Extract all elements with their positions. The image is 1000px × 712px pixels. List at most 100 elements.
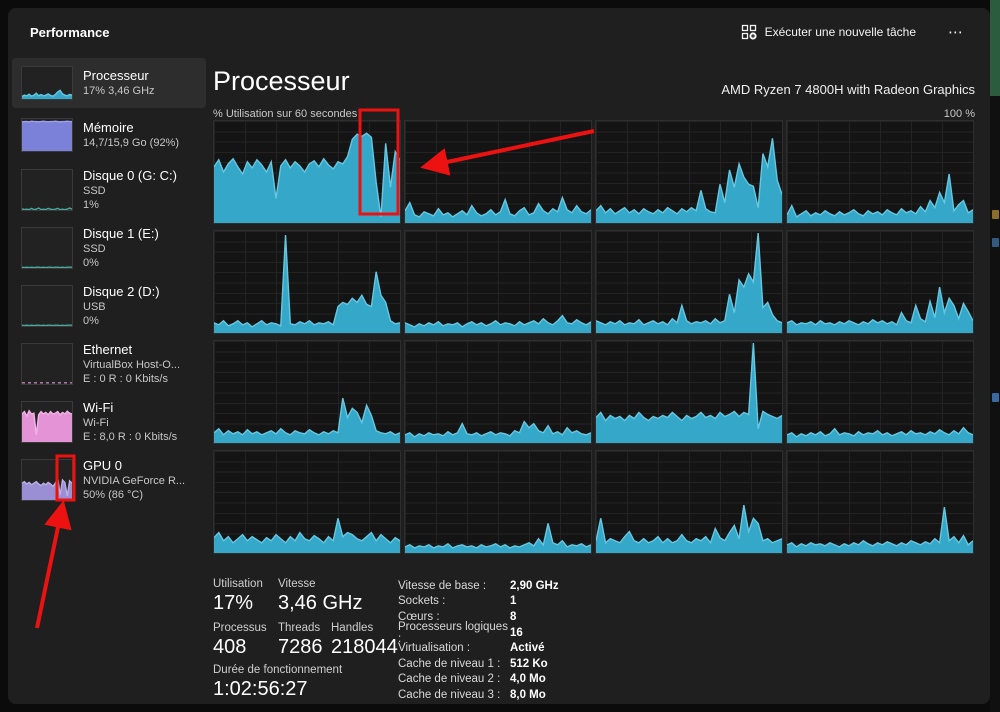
detail-value: 512 Ko [510,658,548,670]
cpu-mini-graph [21,66,73,100]
detail-label: Cache de niveau 1 : [398,658,510,670]
sidebar-item-gpu-0[interactable]: GPU 0 NVIDIA GeForce R... 50% (86 °C) [12,452,206,508]
more-options-button[interactable]: ⋯ [936,19,976,45]
detail-label: Sockets : [398,595,510,607]
cpu-core-graph-5[interactable] [404,230,592,334]
sidebar-item-disque-0[interactable]: Disque 0 (G: C:) SSD 1% [12,162,206,218]
sidebar-item-disque-2[interactable]: Disque 2 (D:) USB 0% [12,278,206,334]
cpu-performance-panel: Processeur AMD Ryzen 7 4800H with Radeon… [213,66,982,704]
detail-row: Vitesse de base :2,90 GHz [398,578,648,594]
detail-value: 2,90 GHz [510,580,559,592]
sidebar-item-sub: SSD [83,242,159,256]
detail-label: Vitesse de base : [398,580,510,592]
logical-processor-grid [213,120,974,554]
disk1-mini-graph [21,227,73,269]
cpu-core-graph-0[interactable] [213,120,401,224]
cpu-core-graph-13[interactable] [404,450,592,554]
detail-row: Sockets :1 [398,594,648,610]
chart-axis-label: % Utilisation sur 60 secondes [213,108,357,120]
detail-value: 1 [510,595,516,607]
sidebar-item-sub: 1% [83,198,177,212]
sidebar-item-title: Disque 2 (D:) [83,285,160,299]
detail-value: 4,0 Mo [510,673,546,685]
detail-row: Cache de niveau 2 :4,0 Mo [398,672,648,688]
detail-row: Cache de niveau 1 :512 Ko [398,656,648,672]
cpu-details-table: Vitesse de base :2,90 GHz Sockets :1 Cœu… [398,578,648,703]
cpu-core-graph-1[interactable] [404,120,592,224]
sidebar-item-memoire[interactable]: Mémoire 14,7/15,9 Go (92%) [12,110,206,160]
sidebar-item-sub: E : 8,0 R : 0 Kbits/s [83,430,177,444]
sidebar-item-disque-1[interactable]: Disque 1 (E:) SSD 0% [12,220,206,276]
cpu-core-graph-14[interactable] [595,450,783,554]
sidebar-item-wifi[interactable]: Wi-Fi Wi-Fi E : 8,0 R : 0 Kbits/s [12,394,206,450]
sidebar-item-title: Disque 0 (G: C:) [83,169,177,183]
sidebar-item-title: Processeur [83,69,155,83]
cpu-core-graph-6[interactable] [595,230,783,334]
cpu-core-graph-3[interactable] [786,120,974,224]
run-new-task-label: Exécuter une nouvelle tâche [765,25,916,39]
cpu-core-graph-12[interactable] [213,450,401,554]
desktop-edge [990,0,1000,712]
cpu-core-graph-4[interactable] [213,230,401,334]
utilisation-label: Utilisation [213,578,263,590]
run-new-task-button[interactable]: Exécuter une nouvelle tâche [731,18,926,46]
cpu-core-graph-8[interactable] [213,340,401,444]
disk0-mini-graph [21,169,73,211]
cpu-model-name: AMD Ryzen 7 4800H with Radeon Graphics [721,82,975,97]
detail-value: 8,0 Mo [510,689,546,701]
detail-label: Processeurs logiques : [398,621,510,645]
wifi-mini-graph [21,401,73,443]
sidebar-item-sub: 50% (86 °C) [83,488,185,502]
sidebar-item-sub: SSD [83,184,177,198]
memory-mini-graph [21,118,73,152]
cpu-panel-title: Processeur [213,66,350,97]
sidebar-item-sub: 17% 3,46 GHz [83,84,155,98]
detail-row: Processeurs logiques :16 [398,625,648,641]
background-speck [992,238,999,247]
sidebar-item-sub: USB [83,300,160,314]
vitesse-value: 3,46 GHz [278,592,362,615]
sidebar-item-sub: NVIDIA GeForce R... [83,474,185,488]
sidebar-item-processeur[interactable]: Processeur 17% 3,46 GHz [12,58,206,108]
cpu-core-graph-15[interactable] [786,450,974,554]
detail-row: Cache de niveau 3 :8,0 Mo [398,687,648,703]
background-window-sliver [990,0,1000,96]
ethernet-mini-graph [21,343,73,385]
processus-value: 408 [213,636,246,659]
sidebar-item-sub: VirtualBox Host-O... [83,358,180,372]
handles-value: 218044 [331,636,398,659]
detail-value: 8 [510,611,516,623]
detail-label: Virtualisation : [398,642,510,654]
sidebar-item-title: Mémoire [83,121,179,135]
detail-label: Cache de niveau 3 : [398,689,510,701]
processus-label: Processus [213,622,267,634]
sidebar-item-sub: 14,7/15,9 Go (92%) [83,136,179,150]
detail-label: Cache de niveau 2 : [398,673,510,685]
cpu-core-graph-10[interactable] [595,340,783,444]
sidebar-item-ethernet[interactable]: Ethernet VirtualBox Host-O... E : 0 R : … [12,336,206,392]
sidebar-item-title: GPU 0 [83,459,185,473]
detail-value: 16 [510,627,523,639]
performance-sidebar: Processeur 17% 3,46 GHz Mémoire 14,7/15,… [12,58,206,510]
cpu-core-graph-2[interactable] [595,120,783,224]
page-title: Performance [30,25,109,40]
detail-value: Activé [510,642,545,654]
new-task-icon [741,24,757,40]
cpu-core-graph-9[interactable] [404,340,592,444]
gpu-mini-graph [21,459,73,501]
background-speck [992,210,999,219]
sidebar-item-sub: Wi-Fi [83,416,177,430]
uptime-value: 1:02:56:27 [213,678,308,701]
cpu-core-graph-7[interactable] [786,230,974,334]
title-bar: Performance Exécuter une nouvelle tâche … [8,8,990,56]
threads-label: Threads [278,622,320,634]
task-manager-window: Performance Exécuter une nouvelle tâche … [8,8,990,704]
sidebar-item-title: Wi-Fi [83,401,177,415]
background-speck [992,393,999,402]
chart-max-label: 100 % [944,108,975,120]
cpu-core-graph-11[interactable] [786,340,974,444]
sidebar-item-sub: 0% [83,256,159,270]
sidebar-item-sub: 0% [83,314,160,328]
sidebar-item-title: Disque 1 (E:) [83,227,159,241]
uptime-label: Durée de fonctionnement [213,664,342,676]
